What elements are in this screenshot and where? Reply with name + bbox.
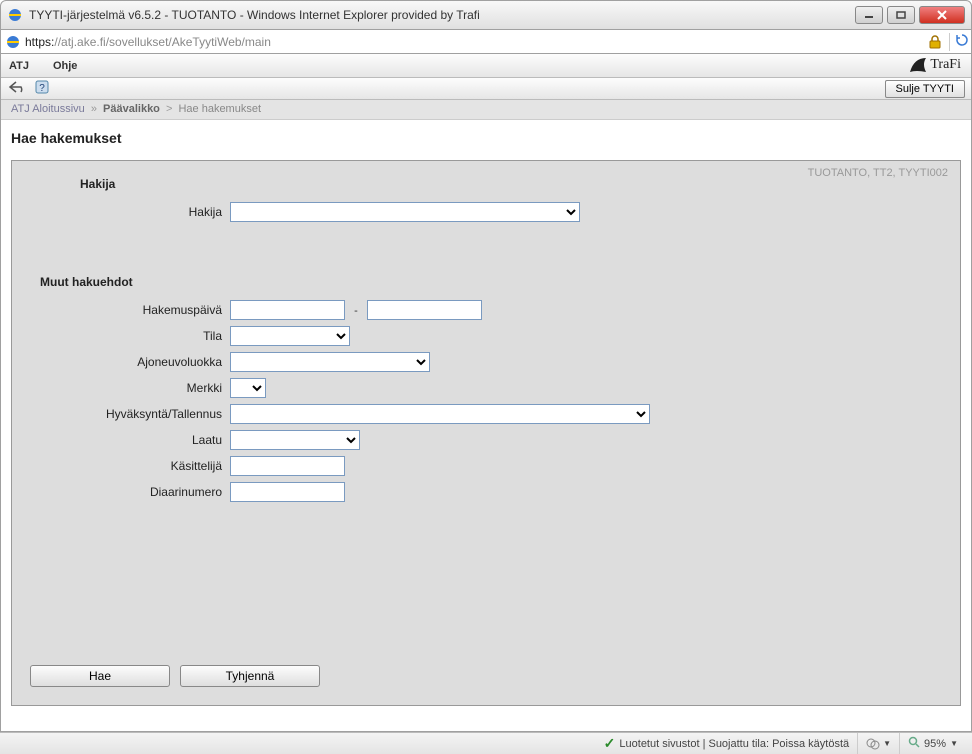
address-bar: https://atj.ake.fi/sovellukset/AkeTyytiW… (0, 30, 972, 54)
label-laatu: Laatu (30, 433, 230, 447)
refresh-icon[interactable] (949, 33, 967, 51)
label-diaarinumero: Diaarinumero (30, 485, 230, 499)
hakija-select[interactable] (230, 202, 580, 222)
laatu-select[interactable] (230, 430, 360, 450)
url-scheme: https: (25, 35, 54, 49)
trafi-logo-text: TraFi (930, 57, 961, 73)
label-hyvaksynta: Hyväksyntä/Tallennus (30, 407, 230, 421)
label-ajoneuvoluokka: Ajoneuvoluokka (30, 355, 230, 369)
lock-icon[interactable] (929, 35, 943, 49)
breadcrumb-leaf: Hae hakemukset (178, 103, 261, 115)
label-hakija: Hakija (30, 205, 230, 219)
breadcrumb-root[interactable]: ATJ Aloitussivu (11, 103, 85, 115)
label-merkki: Merkki (30, 381, 230, 395)
ie-icon (7, 7, 23, 23)
url-field[interactable]: https://atj.ake.fi/sovellukset/AkeTyytiW… (25, 35, 923, 49)
breadcrumb-sep: » (91, 103, 97, 115)
label-kasittelija: Käsittelijä (30, 459, 230, 473)
chevron-down-icon: ▼ (883, 739, 891, 748)
magnifier-icon (908, 736, 920, 751)
close-tyyti-button[interactable]: Sulje TYYTI (885, 80, 966, 98)
tyhjenna-button[interactable]: Tyhjennä (180, 665, 320, 687)
breadcrumb: ATJ Aloitussivu » Päävalikko > Hae hakem… (1, 100, 971, 120)
search-panel: TUOTANTO, TT2, TYYTI002 Hakija Hakija Mu… (11, 160, 961, 706)
tila-select[interactable] (230, 326, 350, 346)
label-tila: Tila (30, 329, 230, 343)
app-body: ATJ Ohje TraFi ? Sulje TYYTI ATJ Aloitus… (0, 54, 972, 732)
status-zoom-segment[interactable]: 95% ▼ (899, 733, 966, 754)
label-hakemuspaiva: Hakemuspäivä (30, 303, 230, 317)
date-range-dash: - (354, 305, 358, 317)
trafi-logo: TraFi (908, 56, 961, 74)
hae-button[interactable]: Hae (30, 665, 170, 687)
section-muut-header: Muut hakuehdot (40, 275, 942, 289)
back-icon[interactable] (7, 80, 29, 97)
page-title: Hae hakemukset (11, 130, 961, 146)
window-title: TYYTI-järjestelmä v6.5.2 - TUOTANTO - Wi… (29, 8, 855, 22)
ajoneuvoluokka-select[interactable] (230, 352, 430, 372)
shield-icon (866, 737, 880, 751)
section-hakija-header: Hakija (80, 177, 942, 191)
breadcrumb-mid[interactable]: Päävalikko (103, 103, 160, 115)
breadcrumb-sep: > (166, 103, 172, 115)
menu-atj[interactable]: ATJ (9, 60, 29, 72)
check-icon: ✓ (604, 735, 616, 752)
zoom-level: 95% (924, 738, 946, 750)
merkki-select[interactable] (230, 378, 266, 398)
kasittelija-input[interactable] (230, 456, 345, 476)
hakemuspaiva-to-input[interactable] (367, 300, 482, 320)
diaarinumero-input[interactable] (230, 482, 345, 502)
status-security-segment[interactable]: ▼ (857, 733, 899, 754)
window-close-button[interactable] (919, 6, 965, 24)
url-path: //atj.ake.fi/sovellukset/AkeTyytiWeb/mai… (54, 35, 271, 49)
window-maximize-button[interactable] (887, 6, 915, 24)
hakemuspaiva-from-input[interactable] (230, 300, 345, 320)
menubar: ATJ Ohje TraFi (1, 54, 971, 78)
hyvaksynta-select[interactable] (230, 404, 650, 424)
environment-tag: TUOTANTO, TT2, TYYTI002 (808, 167, 948, 179)
page-header: Hae hakemukset (1, 120, 971, 160)
window-minimize-button[interactable] (855, 6, 883, 24)
toolbar: ? Sulje TYYTI (1, 78, 971, 100)
page-icon (5, 34, 21, 50)
window-titlebar: TYYTI-järjestelmä v6.5.2 - TUOTANTO - Wi… (0, 0, 972, 30)
status-trusted-text: Luotetut sivustot | Suojattu tila: Poiss… (619, 738, 849, 750)
status-bar: ✓ Luotetut sivustot | Suojattu tila: Poi… (0, 732, 972, 754)
svg-text:?: ? (39, 83, 45, 94)
help-icon[interactable]: ? (35, 80, 49, 97)
menu-ohje[interactable]: Ohje (53, 60, 77, 72)
status-trusted-segment: ✓ Luotetut sivustot | Suojattu tila: Poi… (6, 733, 857, 754)
chevron-down-icon: ▼ (950, 739, 958, 748)
